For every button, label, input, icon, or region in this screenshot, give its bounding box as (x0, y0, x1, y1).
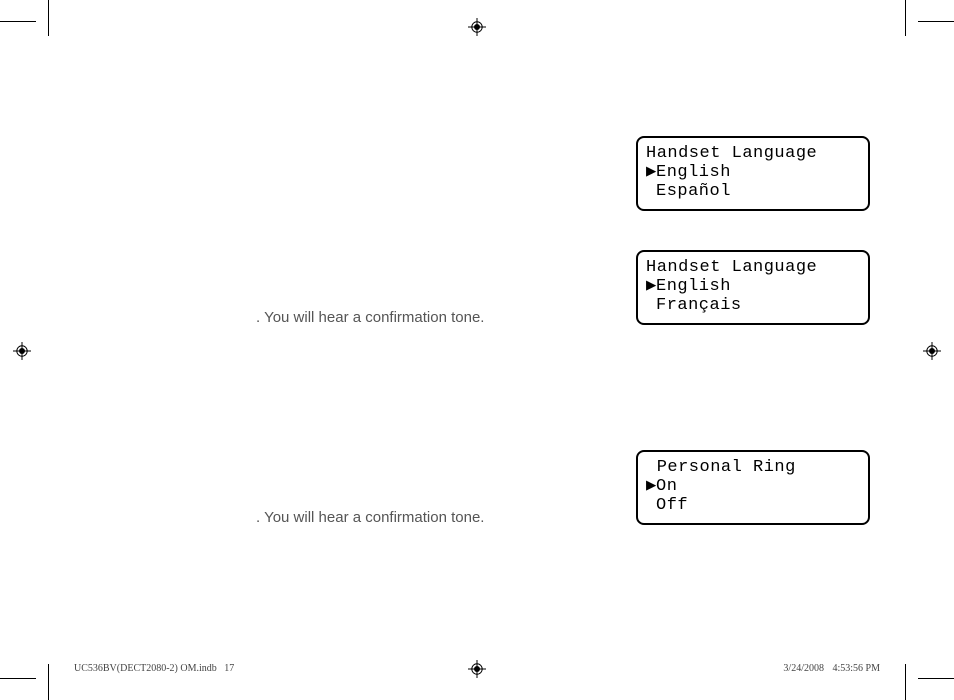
registration-mark-icon (13, 342, 31, 360)
registration-mark-icon (468, 660, 486, 678)
instruction-text: . You will hear a confirmation tone. (256, 509, 484, 526)
footer-filename: UC536BV(DECT2080-2) OM.indb 17 (74, 663, 234, 674)
handset-language-display: Handset Language ▶ English ▶ Español (636, 136, 870, 211)
pointer-icon: ▶ (646, 477, 656, 496)
lcd-option-label: English (656, 163, 731, 182)
crop-mark-top-left (0, 0, 56, 46)
lcd-option-selected: ▶ On (646, 477, 860, 496)
footer-time: 4:53:56 PM (832, 663, 880, 674)
lcd-option-label: English (656, 277, 731, 296)
lcd-title: Handset Language (646, 144, 860, 163)
footer-date: 3/24/2008 (783, 663, 824, 674)
crop-mark-top-right (898, 0, 954, 46)
lcd-option: ▶ Español (646, 182, 860, 201)
footer-timestamp: 3/24/2008 4:53:56 PM (783, 663, 880, 674)
registration-mark-icon (923, 342, 941, 360)
lcd-option-label: Français (656, 296, 742, 315)
instruction-text: . You will hear a confirmation tone. (256, 309, 484, 326)
registration-mark-icon (468, 18, 486, 36)
lcd-option-selected: ▶ English (646, 163, 860, 182)
lcd-option: ▶ Français (646, 296, 860, 315)
crop-mark-bottom-left (0, 654, 56, 700)
lcd-option-selected: ▶ English (646, 277, 860, 296)
lcd-option: ▶ Off (646, 496, 860, 515)
pointer-icon: ▶ (646, 163, 656, 182)
footer-file: UC536BV(DECT2080-2) OM.indb (74, 663, 217, 674)
lcd-title: Personal Ring (646, 458, 860, 477)
lcd-option-label: Español (656, 182, 731, 201)
lcd-title: Handset Language (646, 258, 860, 277)
lcd-option-label: Off (656, 496, 688, 515)
pointer-icon: ▶ (646, 277, 656, 296)
footer-page-number: 17 (224, 663, 234, 674)
lcd-option-label: On (656, 477, 677, 496)
crop-mark-bottom-right (898, 654, 954, 700)
handset-language-display: Handset Language ▶ English ▶ Français (636, 250, 870, 325)
personal-ring-display: Personal Ring ▶ On ▶ Off (636, 450, 870, 525)
